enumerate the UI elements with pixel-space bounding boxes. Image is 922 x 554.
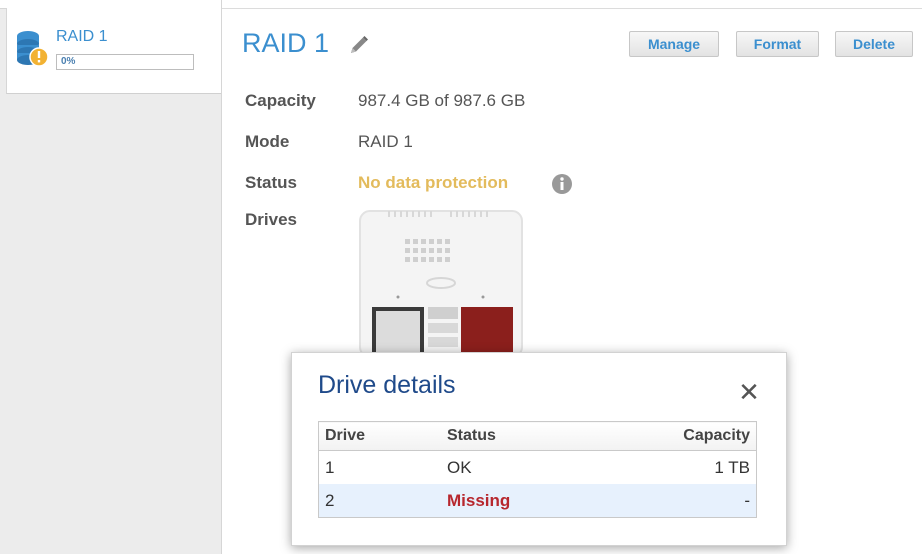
format-button[interactable]: Format xyxy=(736,31,819,57)
manage-button[interactable]: Manage xyxy=(629,31,719,57)
sidebar-volume-name: RAID 1 xyxy=(56,28,108,45)
drive-capacity: - xyxy=(744,490,750,510)
drive-details-dialog: Drive details ✕ Drive Status Capacity 1 … xyxy=(291,352,787,546)
capacity-value: 987.4 GB of 987.6 GB xyxy=(358,91,526,110)
drive-number: 1 xyxy=(325,457,335,477)
drives-label: Drives xyxy=(245,210,297,229)
table-row[interactable]: 2 Missing - xyxy=(318,484,757,518)
dialog-title: Drive details xyxy=(318,371,456,399)
column-header-drive: Drive xyxy=(318,421,441,451)
drive-status: OK xyxy=(447,457,472,477)
drive-status: Missing xyxy=(447,490,511,510)
volume-warning-icon xyxy=(17,31,49,67)
sidebar-volume-item[interactable]: RAID 1 0% xyxy=(6,8,221,94)
page-title: RAID 1 xyxy=(242,28,330,58)
sidebar-volume-progress: 0% xyxy=(56,54,194,70)
info-icon[interactable] xyxy=(551,173,573,195)
close-icon[interactable]: ✕ xyxy=(738,379,760,405)
mode-value: RAID 1 xyxy=(358,132,413,151)
column-header-status: Status xyxy=(441,421,623,451)
nas-device-image xyxy=(359,210,523,357)
capacity-label: Capacity xyxy=(245,91,316,110)
status-value: No data protection xyxy=(358,173,509,192)
status-label: Status xyxy=(245,173,297,192)
column-header-capacity: Capacity xyxy=(623,421,757,451)
mode-label: Mode xyxy=(245,132,290,151)
table-header-row: Drive Status Capacity xyxy=(318,421,757,451)
table-row[interactable]: 1 OK 1 TB xyxy=(319,451,757,485)
drive-number: 2 xyxy=(325,490,335,510)
drive-capacity: 1 TB xyxy=(714,457,750,477)
pencil-icon[interactable] xyxy=(348,34,370,56)
drive-details-table: Drive Status Capacity 1 OK 1 TB 2 Missin… xyxy=(318,421,757,518)
progress-text: 0% xyxy=(61,56,76,67)
delete-button[interactable]: Delete xyxy=(835,31,913,57)
main-top-strip xyxy=(222,0,922,9)
